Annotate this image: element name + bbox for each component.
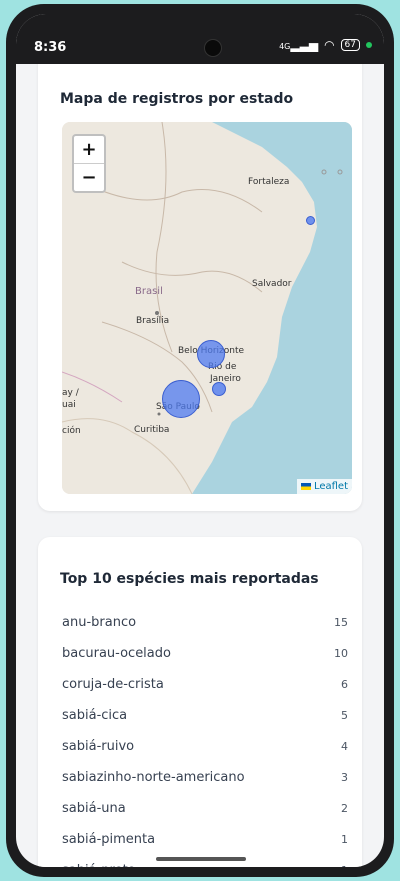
status-icons: 4G▂▃▅ ◠ 67 [279,38,372,52]
species-count: 5 [341,709,348,722]
states-map[interactable]: + − Fortaleza Salvador Brasil Brasília B… [62,122,352,494]
marker-ceara[interactable] [306,216,315,225]
top-species-card: Top 10 espécies mais reportadas anu-bran… [38,537,362,867]
map-card: Mapa de registros por estado + − Fortale… [38,59,362,511]
zoom-control: + − [72,134,106,193]
map-label-brasilia: Brasília [136,316,170,326]
species-count: 1 [341,864,348,867]
marker-minas-gerais[interactable] [197,340,225,368]
zoom-out-button[interactable]: − [74,164,104,191]
species-row: sabiá-ruivo 4 [62,731,348,762]
phone-frame: Mapa de registros por estado + − Fortale… [6,4,394,877]
map-label-curitiba: Curitiba [134,425,170,435]
wifi-icon: ◠ [324,38,335,52]
map-label-salvador: Salvador [252,279,292,289]
battery-level: 67 [344,40,356,50]
species-count: 6 [341,678,348,691]
species-count: 2 [341,802,348,815]
species-list: anu-branco 15 bacurau-ocelado 10 coruja-de-c… [62,607,348,867]
battery-icon: 67 [340,39,360,51]
map-label-ay: ay / [62,388,79,398]
map-label-fortaleza: Fortaleza [248,177,290,187]
species-row: sabiá-cica 5 [62,700,348,731]
marker-rio-de-janeiro[interactable] [212,382,226,396]
species-name: bacurau-ocelado [62,646,171,661]
screen: Mapa de registros por estado + − Fortale… [16,14,384,867]
status-time: 8:36 [34,40,67,55]
map-label-uai: uai [62,400,76,410]
species-count: 1 [341,833,348,846]
species-name: sabiá-cica [62,708,128,723]
network-type: 4G [279,42,291,51]
map-label-cion: ción [62,426,81,436]
status-bar: 8:36 4G▂▃▅ ◠ 67 [16,14,384,64]
species-count: 3 [341,771,348,784]
top-species-title: Top 10 espécies mais reportadas [60,571,319,587]
species-name: sabiá-pimenta [62,832,156,847]
front-camera [204,39,222,57]
species-row: bacurau-ocelado 10 [62,638,348,669]
species-name: coruja-de-crista [62,677,164,692]
map-attribution[interactable]: Leaflet [296,479,352,494]
ukraine-flag-icon [300,482,311,490]
species-row: sabiazinho-norte-americano 3 [62,762,348,793]
species-name: sabiá-preto [62,863,136,867]
species-name: sabiá-ruivo [62,739,135,754]
species-count: 4 [341,740,348,753]
marker-sao-paulo[interactable] [162,380,200,418]
attribution-link[interactable]: Leaflet [314,481,348,492]
species-count: 15 [334,616,348,629]
map-label-brasil: Brasil [135,286,163,297]
zoom-in-button[interactable]: + [74,136,104,164]
network-icon: 4G▂▃▅ [279,38,319,52]
species-row: coruja-de-crista 6 [62,669,348,700]
species-row: sabiá-pimenta 1 [62,824,348,855]
species-name: sabiá-una [62,801,126,816]
species-row: anu-branco 15 [62,607,348,638]
species-count: 10 [334,647,348,660]
species-row: sabiá-una 2 [62,793,348,824]
map-card-title: Mapa de registros por estado [60,91,294,107]
species-name: sabiazinho-norte-americano [62,770,245,785]
species-name: anu-branco [62,615,137,630]
home-indicator[interactable] [156,857,246,861]
privacy-indicator-icon [366,42,372,48]
